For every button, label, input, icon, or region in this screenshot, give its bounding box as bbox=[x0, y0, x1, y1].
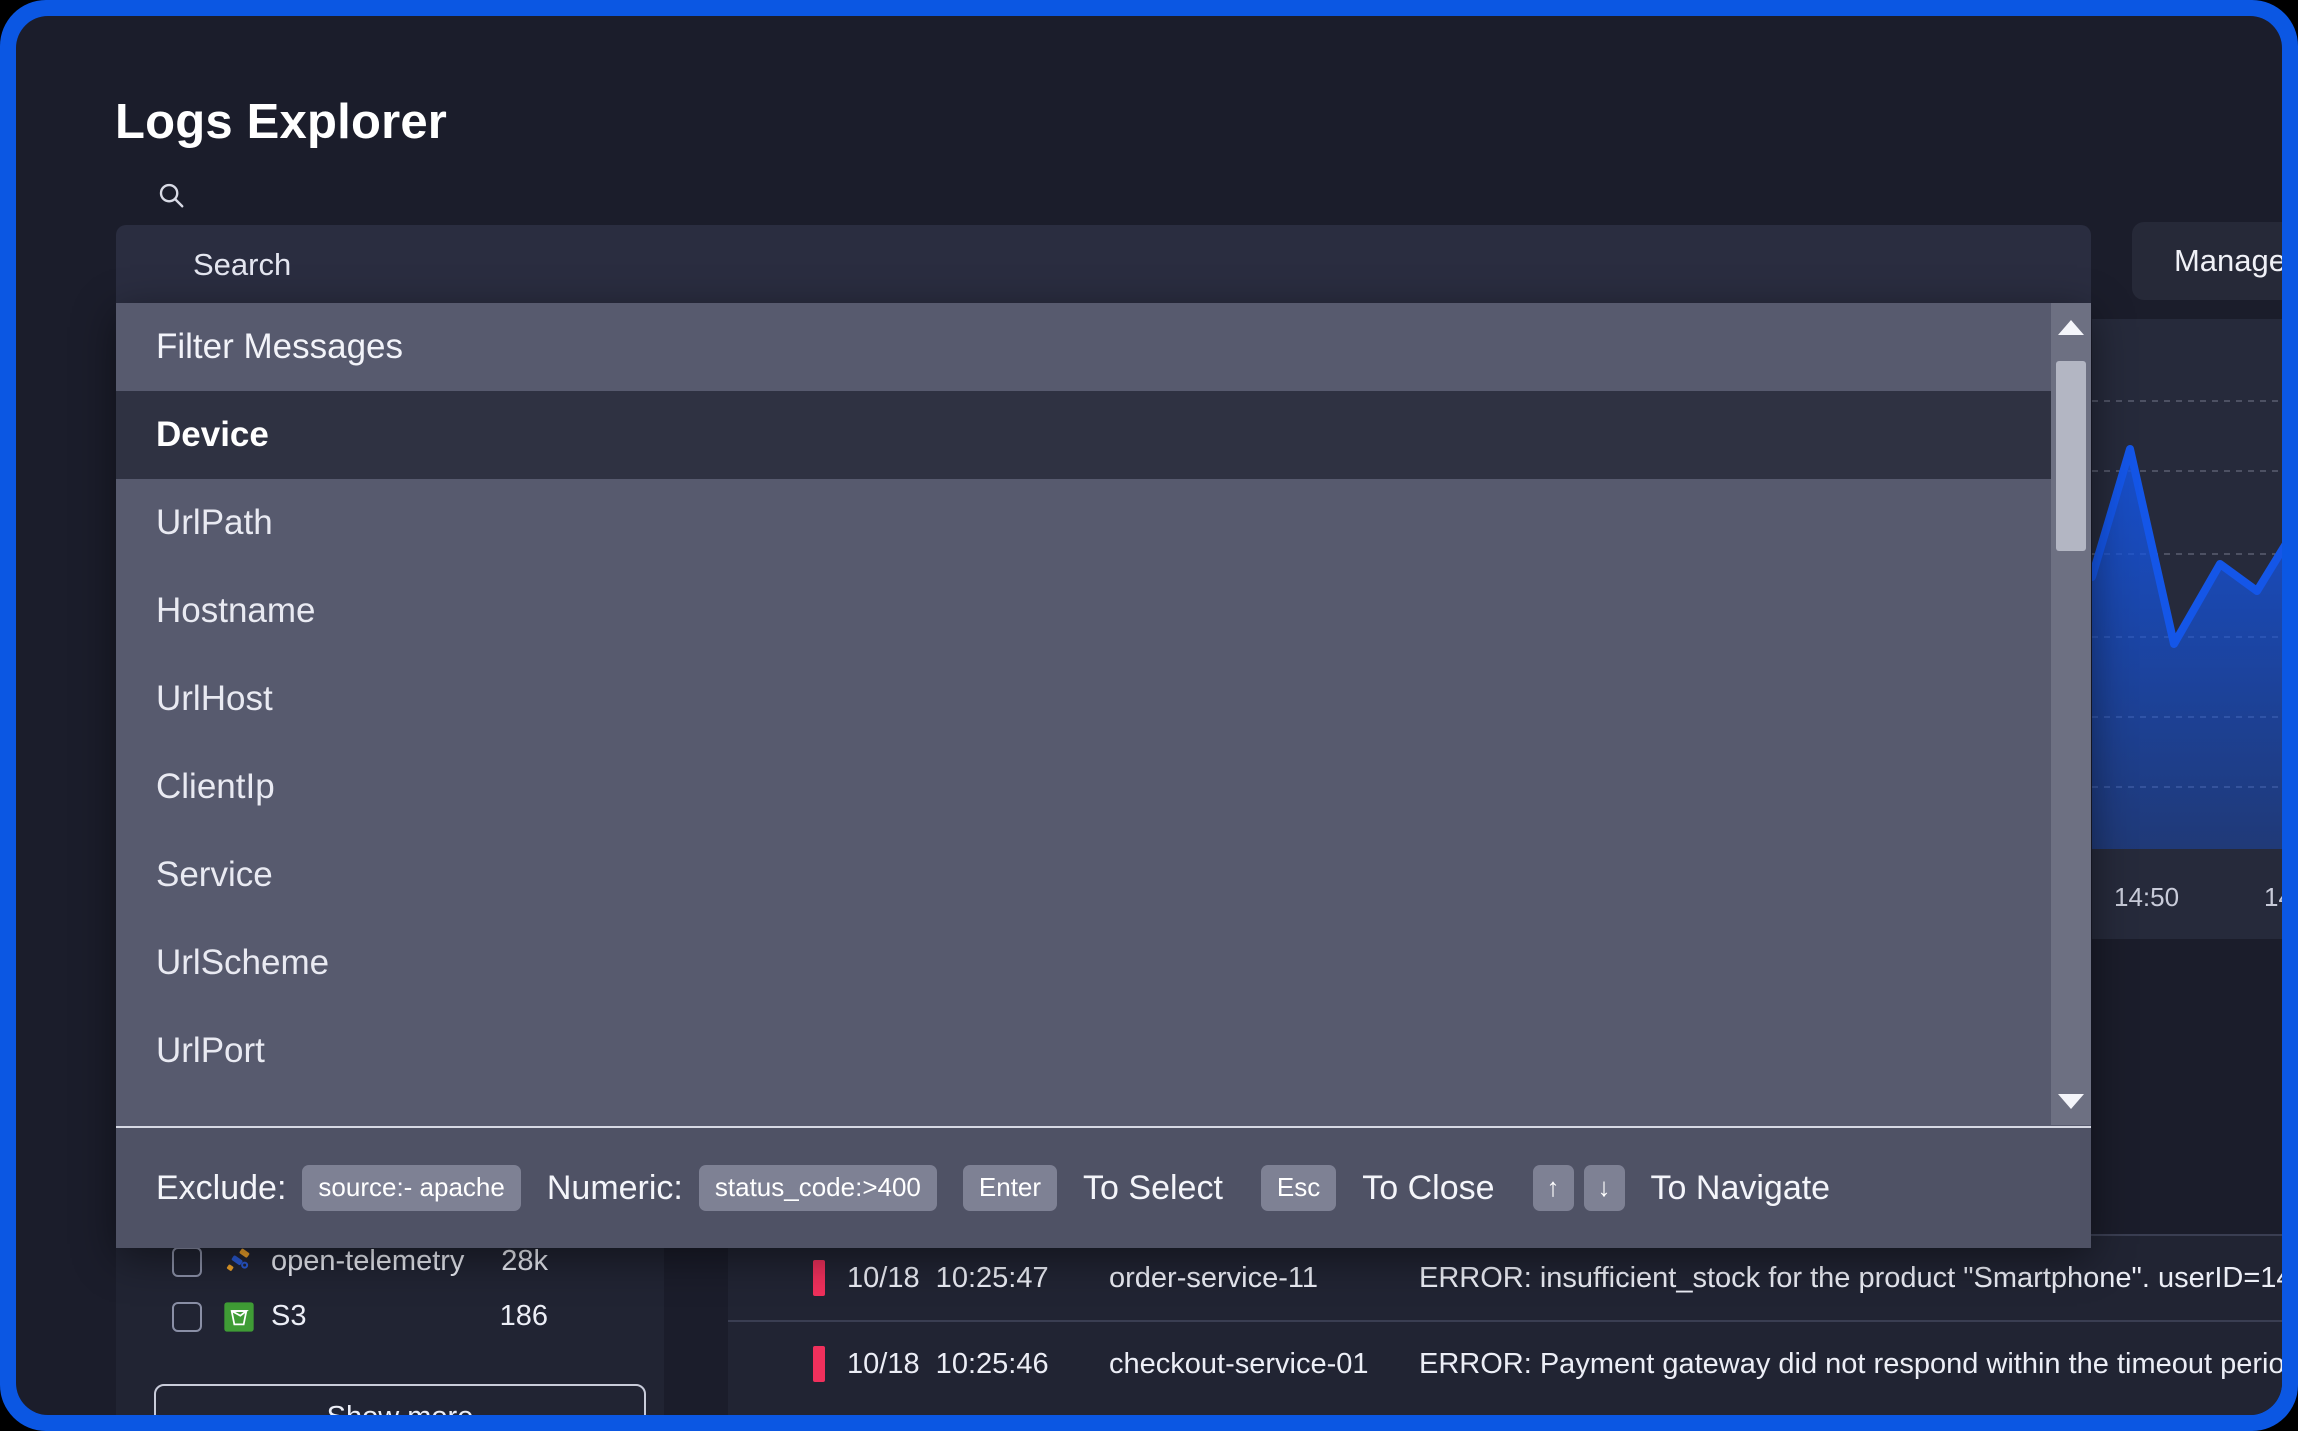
facet-count: 186 bbox=[500, 1300, 548, 1333]
filter-option-clientip[interactable]: ClientIp bbox=[116, 743, 2091, 831]
facet-label: S3 bbox=[271, 1300, 306, 1333]
log-message: ERROR: Payment gateway did not respond w… bbox=[1419, 1348, 2282, 1381]
facet-row[interactable]: S3 186 bbox=[116, 1289, 664, 1344]
filter-option-urlport[interactable]: UrlPort bbox=[116, 1007, 2091, 1095]
filter-dropdown-footer: Exclude: source:- apache Numeric: status… bbox=[116, 1126, 2091, 1248]
log-service: checkout-service-01 bbox=[1109, 1348, 1419, 1381]
filter-option-filter-messages[interactable]: Filter Messages bbox=[116, 303, 2091, 391]
table-row[interactable]: 10/18 10:25:46 checkout-service-01 ERROR… bbox=[728, 1320, 2282, 1406]
filter-option-urlscheme[interactable]: UrlScheme bbox=[116, 919, 2091, 1007]
enter-key-badge: Enter bbox=[963, 1165, 1057, 1210]
telescope-icon bbox=[222, 1245, 256, 1279]
navigate-keys-hint: To Navigate bbox=[1651, 1169, 1831, 1208]
chart-x-tick: 14:5 bbox=[2264, 882, 2282, 913]
logs-histogram-chart: 14:50 14:5 bbox=[2092, 319, 2282, 939]
facet-list: open-telemetry 28k S3 186 Show more bbox=[116, 1234, 664, 1415]
filter-list-scrollbar[interactable] bbox=[2051, 303, 2091, 1125]
log-service: order-service-11 bbox=[1109, 1262, 1419, 1295]
log-table: 10/18 10:25:47 order-service-11 ERROR: i… bbox=[728, 1234, 2282, 1415]
chart-plot-area bbox=[2092, 319, 2282, 849]
chart-x-axis: 14:50 14:5 bbox=[2092, 854, 2282, 934]
numeric-hint-example: status_code:>400 bbox=[699, 1165, 937, 1210]
filter-option-hostname[interactable]: Hostname bbox=[116, 567, 2091, 655]
esc-key-badge: Esc bbox=[1261, 1165, 1336, 1210]
log-timestamp: 10/18 10:25:46 bbox=[847, 1348, 1109, 1381]
log-message: ERROR: insufficient_stock for the produc… bbox=[1419, 1262, 2282, 1295]
scroll-up-arrow-icon[interactable] bbox=[2051, 307, 2091, 347]
search-input-placeholder: Search bbox=[193, 247, 291, 283]
filter-options-list[interactable]: Filter Messages Device UrlPath Hostname … bbox=[116, 303, 2091, 1125]
app-surface: Logs Explorer Search Manage bbox=[16, 16, 2282, 1415]
enter-key-hint: To Select bbox=[1083, 1169, 1223, 1208]
filter-option-urlhost[interactable]: UrlHost bbox=[116, 655, 2091, 743]
exclude-hint-label: Exclude: bbox=[156, 1169, 286, 1208]
exclude-hint-example: source:- apache bbox=[302, 1165, 520, 1210]
severity-indicator bbox=[813, 1346, 825, 1382]
filter-dropdown-overlay: Filter Messages Device UrlPath Hostname … bbox=[116, 303, 2091, 1248]
log-timestamp: 10/18 10:25:47 bbox=[847, 1262, 1109, 1295]
search-input[interactable]: Search bbox=[116, 225, 2091, 303]
facet-checkbox[interactable] bbox=[172, 1302, 202, 1332]
show-more-button[interactable]: Show more bbox=[154, 1384, 646, 1415]
app-window-frame: Logs Explorer Search Manage bbox=[0, 0, 2298, 1431]
severity-indicator bbox=[813, 1260, 825, 1296]
scrollbar-thumb[interactable] bbox=[2056, 361, 2086, 551]
arrow-up-key-badge: ↑ bbox=[1533, 1165, 1574, 1210]
numeric-hint-label: Numeric: bbox=[547, 1169, 683, 1208]
search-icon[interactable] bbox=[156, 180, 186, 210]
filter-option-device[interactable]: Device bbox=[116, 391, 2091, 479]
facet-count: 28k bbox=[501, 1245, 548, 1278]
filter-option-urlpath[interactable]: UrlPath bbox=[116, 479, 2091, 567]
esc-key-hint: To Close bbox=[1362, 1169, 1494, 1208]
bucket-icon bbox=[222, 1300, 256, 1334]
facet-label: open-telemetry bbox=[271, 1245, 464, 1278]
filter-option-service[interactable]: Service bbox=[116, 831, 2091, 919]
manage-button[interactable]: Manage bbox=[2132, 222, 2282, 300]
facet-checkbox[interactable] bbox=[172, 1247, 202, 1277]
page-title: Logs Explorer bbox=[115, 94, 447, 150]
scroll-down-arrow-icon[interactable] bbox=[2051, 1081, 2091, 1121]
chart-x-tick: 14:50 bbox=[2114, 882, 2179, 913]
arrow-down-key-badge: ↓ bbox=[1584, 1165, 1625, 1210]
